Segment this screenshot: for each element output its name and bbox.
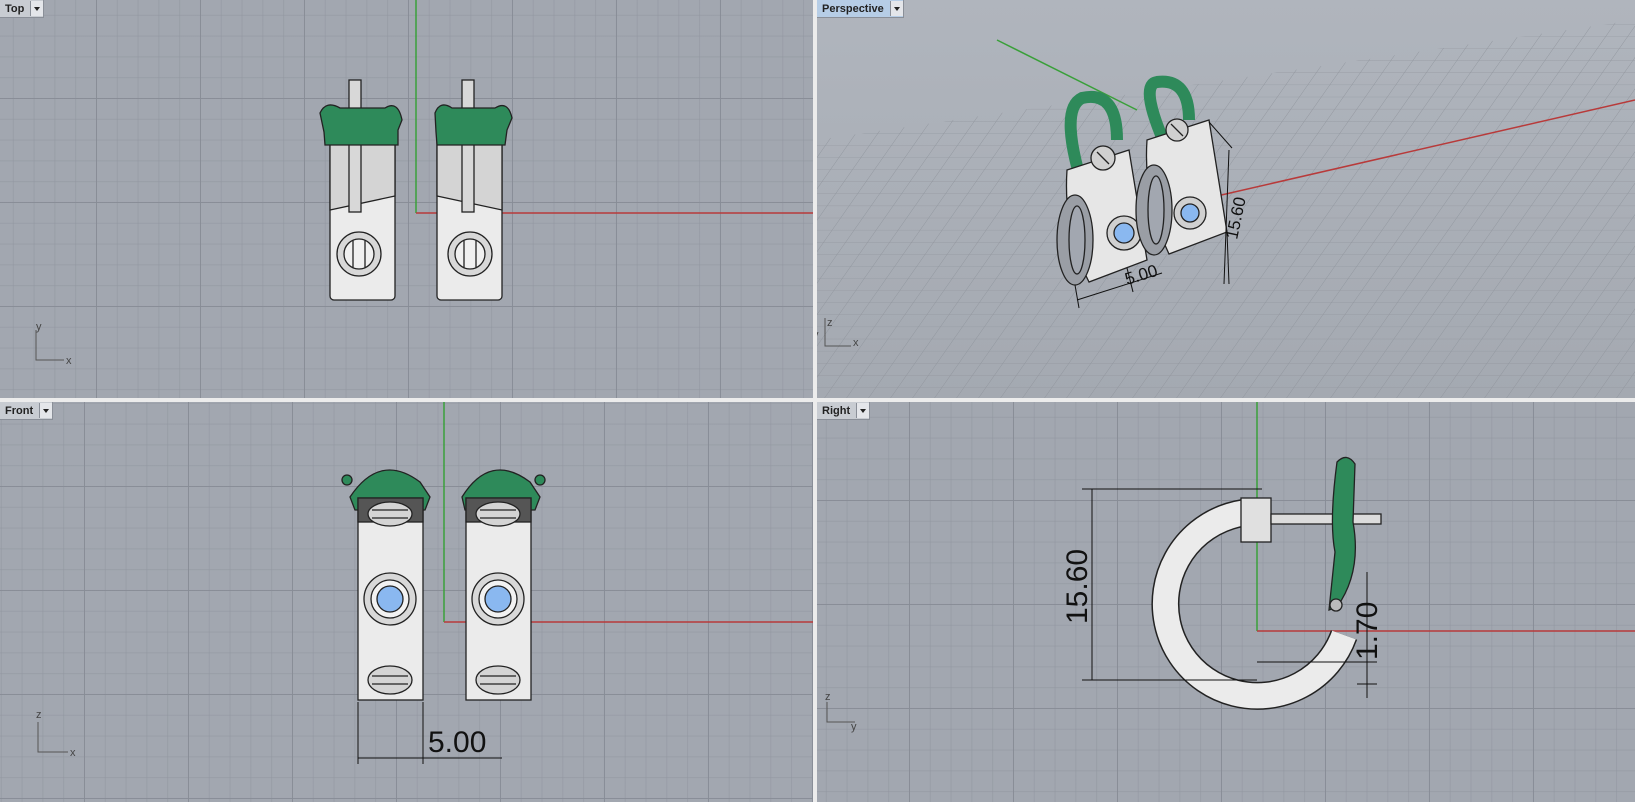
viewport-menu-chevron-icon[interactable] <box>39 403 53 418</box>
viewport-tab-top[interactable]: Top <box>0 0 45 18</box>
earring-right <box>461 469 546 701</box>
dimension-width-label: 5.00 <box>428 726 486 759</box>
axis-triad <box>35 330 64 361</box>
viewport-perspective[interactable]: Perspective 5.00 15.60 z x <box>817 0 1635 398</box>
axis-triad <box>826 702 855 723</box>
dimension-offset-label: 1.70 <box>1351 602 1384 660</box>
viewport-label: Perspective <box>822 2 884 15</box>
axis-label-b: x <box>66 355 72 367</box>
front-view-scene: 5.00 z x <box>36 402 813 764</box>
axis-label-a: y <box>36 321 42 333</box>
axis-label-b: z <box>827 317 833 329</box>
viewport-label: Top <box>5 2 25 15</box>
viewport-menu-chevron-icon[interactable] <box>30 1 44 16</box>
y-axis-line <box>996 39 1138 111</box>
hoop-ring <box>1151 456 1382 710</box>
earring-left <box>341 469 431 701</box>
viewport-top[interactable]: Top y x <box>0 0 813 398</box>
viewport-label: Front <box>5 404 34 417</box>
dimension-height-label: 15.60 <box>1061 549 1094 624</box>
axis-label-b: y <box>851 721 857 733</box>
viewport-menu-chevron-icon[interactable] <box>889 1 903 16</box>
axis-label-c: x <box>853 337 859 349</box>
axis-label-b: x <box>70 747 76 759</box>
viewport-tab-front[interactable]: Front <box>0 402 54 420</box>
earring-right <box>434 79 513 301</box>
perspective-scene: 5.00 15.60 y z x <box>817 20 1635 398</box>
axis-label-a: z <box>36 709 42 721</box>
viewport-menu-chevron-icon[interactable] <box>856 403 870 418</box>
right-view-scene: 15.60 1.70 z y <box>825 402 1635 733</box>
viewport-tab-perspective[interactable]: Perspective <box>817 0 904 18</box>
viewport-label: Right <box>822 404 851 417</box>
axis-label-a: z <box>825 691 831 703</box>
viewport-front[interactable]: Front 5.00 z x <box>0 402 813 802</box>
axis-triad <box>37 722 68 753</box>
viewport-tab-right[interactable]: Right <box>817 402 871 420</box>
viewport-right[interactable]: Right 15.60 1.70 z y <box>817 402 1635 802</box>
top-view-scene: y x <box>35 0 813 367</box>
earring-left <box>319 79 403 301</box>
